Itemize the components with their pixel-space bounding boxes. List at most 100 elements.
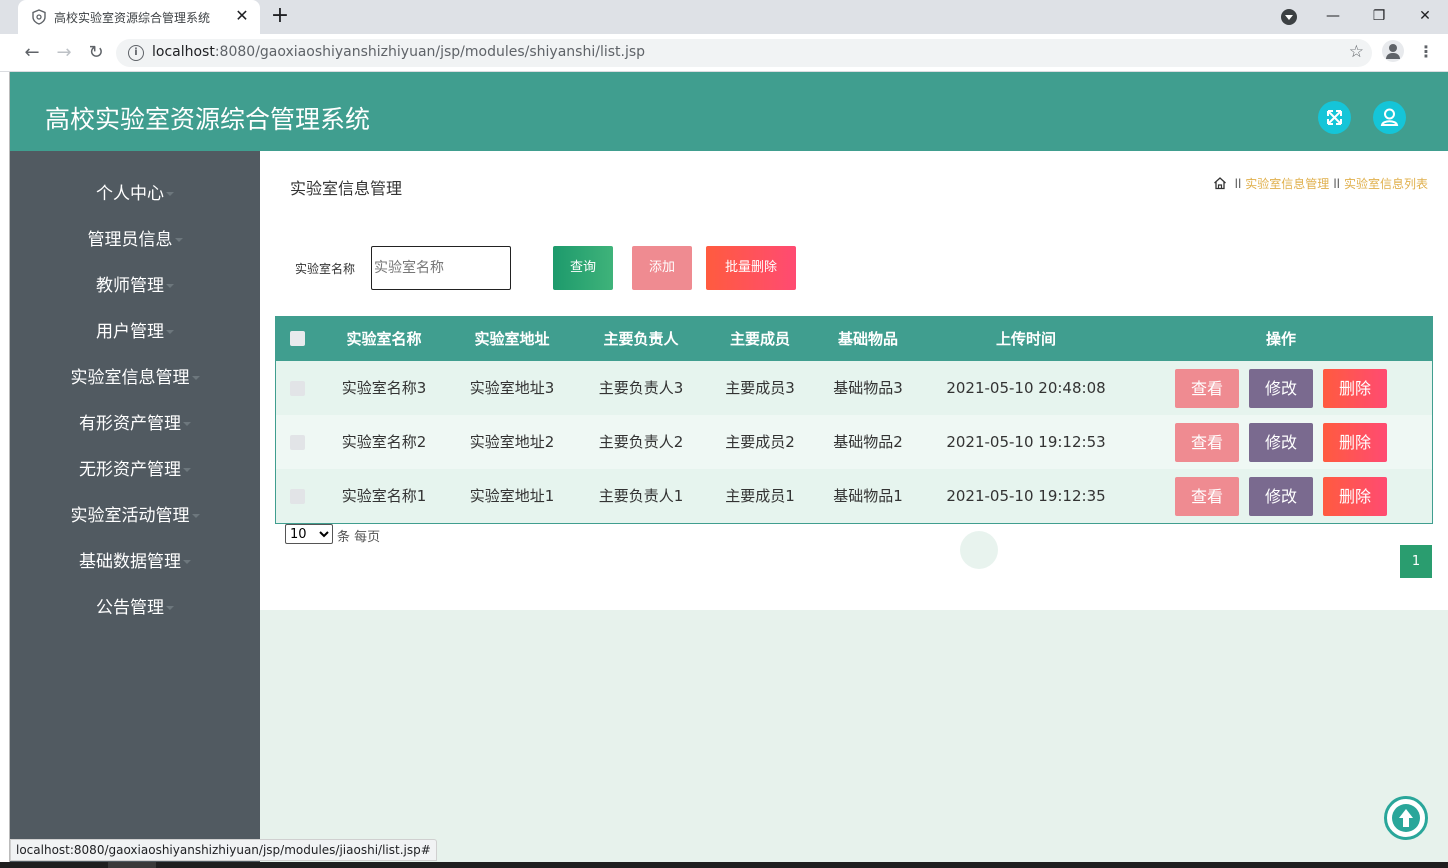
cell-upload-time: 2021-05-10 20:48:08: [946, 379, 1106, 397]
cell-members: 主要成员3: [725, 379, 795, 397]
main-content: 实验室信息管理 ll实验室信息管理ll实验室信息列表 实验室名称 查询 添加 批…: [260, 151, 1448, 610]
delete-button[interactable]: 删除: [1323, 369, 1387, 408]
cell-upload-time: 2021-05-10 19:12:35: [946, 487, 1106, 505]
cell-basic-items: 基础物品2: [833, 433, 903, 451]
caret-down-icon: [183, 560, 191, 564]
sidebar-item-intangible-assets[interactable]: 无形资产管理: [10, 447, 260, 493]
column-header-members[interactable]: 主要成员: [710, 317, 810, 361]
column-header-actions: 操作: [1265, 330, 1296, 348]
view-button[interactable]: 查看: [1175, 369, 1239, 408]
column-header-upload-time[interactable]: 上传时间: [926, 317, 1126, 361]
click-ripple: [960, 531, 998, 569]
select-all-checkbox[interactable]: [290, 331, 305, 346]
page-size-select[interactable]: 10: [285, 524, 333, 544]
sidebar-item-personal-center[interactable]: 个人中心: [10, 171, 260, 217]
table-row: 实验室名称1 实验室地址1 主要负责人1 主要成员1 基础物品1 2021-05…: [276, 469, 1432, 523]
reload-icon[interactable]: ↻: [84, 41, 108, 65]
lab-name-search-input[interactable]: [371, 246, 511, 290]
breadcrumb-lab-info-list[interactable]: 实验室信息列表: [1344, 177, 1428, 191]
browser-menu-icon[interactable]: ⋮: [1418, 41, 1434, 63]
sidebar-item-lab-activity[interactable]: 实验室活动管理: [10, 493, 260, 539]
sidebar-item-admin-info[interactable]: 管理员信息: [10, 217, 260, 263]
tab-search-icon[interactable]: [1281, 9, 1297, 25]
delete-button[interactable]: 删除: [1323, 423, 1387, 462]
cell-basic-items: 基础物品1: [833, 487, 903, 505]
page-button-current[interactable]: 1: [1400, 545, 1432, 578]
address-url[interactable]: localhost:8080/gaoxiaoshiyanshizhiyuan/j…: [152, 44, 645, 60]
minimize-icon[interactable]: —: [1310, 0, 1356, 32]
sidebar-item-user-management[interactable]: 用户管理: [10, 309, 260, 355]
caret-down-icon: [166, 284, 174, 288]
fullscreen-icon[interactable]: [1318, 101, 1351, 134]
row-checkbox[interactable]: [290, 435, 305, 450]
sidebar-item-basic-data[interactable]: 基础数据管理: [10, 539, 260, 585]
browser-tab[interactable]: 高校实验室资源综合管理系统 ✕: [18, 0, 260, 34]
column-header-lab-name[interactable]: 实验室名称: [329, 317, 439, 361]
restore-icon[interactable]: ❐: [1356, 0, 1402, 32]
table-row: 实验室名称2 实验室地址2 主要负责人2 主要成员2 基础物品2 2021-05…: [276, 415, 1432, 469]
add-button[interactable]: 添加: [632, 246, 692, 290]
cell-leader: 主要负责人3: [598, 379, 684, 397]
home-icon[interactable]: [1213, 176, 1227, 190]
cell-upload-time: 2021-05-10 19:12:53: [946, 433, 1106, 451]
column-header-lab-address[interactable]: 实验室地址: [457, 317, 567, 361]
cell-lab-address: 实验室地址2: [469, 433, 555, 451]
browser-toolbar: ← → ↻ i localhost:8080/gaoxiaoshiyanshiz…: [0, 34, 1448, 72]
bookmark-star-icon[interactable]: ☆: [1349, 42, 1364, 62]
edit-button[interactable]: 修改: [1249, 477, 1313, 516]
user-icon: [1380, 108, 1399, 126]
left-edge: [0, 72, 10, 862]
edit-button[interactable]: 修改: [1249, 423, 1313, 462]
back-icon[interactable]: ←: [20, 41, 44, 65]
caret-down-icon: [166, 192, 174, 196]
site-info-icon[interactable]: i: [128, 45, 144, 61]
caret-down-icon: [166, 606, 174, 610]
page-size-label: 条 每页: [337, 530, 381, 545]
address-bar[interactable]: i localhost:8080/gaoxiaoshiyanshizhiyuan…: [116, 39, 1372, 67]
status-bar-url: localhost:8080/gaoxiaoshiyanshizhiyuan/j…: [10, 839, 437, 861]
app-title: 高校实验室资源综合管理系统: [45, 105, 371, 134]
back-to-top-button[interactable]: [1384, 796, 1428, 840]
user-menu-button[interactable]: [1373, 101, 1406, 134]
sidebar-item-teacher-management[interactable]: 教师管理: [10, 263, 260, 309]
bulk-delete-button[interactable]: 批量删除: [706, 246, 796, 290]
table-header: 实验室名称 实验室地址 主要负责人 主要成员 基础物品 上传时间 操作: [276, 317, 1432, 361]
tab-title: 高校实验室资源综合管理系统: [54, 11, 211, 25]
view-button[interactable]: 查看: [1175, 423, 1239, 462]
row-checkbox[interactable]: [290, 489, 305, 504]
delete-button[interactable]: 删除: [1323, 477, 1387, 516]
new-tab-icon[interactable]: +: [268, 4, 292, 28]
column-header-leader[interactable]: 主要负责人: [586, 317, 696, 361]
sidebar-item-tangible-assets[interactable]: 有形资产管理: [10, 401, 260, 447]
column-header-basic-items[interactable]: 基础物品: [818, 317, 918, 361]
sidebar-item-lab-info-management[interactable]: 实验室信息管理: [10, 355, 260, 401]
forward-icon[interactable]: →: [52, 41, 76, 65]
query-button[interactable]: 查询: [553, 246, 613, 290]
search-label: 实验室名称: [295, 262, 356, 276]
cell-basic-items: 基础物品3: [833, 379, 903, 397]
lab-table: 实验室名称 实验室地址 主要负责人 主要成员 基础物品 上传时间 操作 实验室名…: [275, 316, 1433, 524]
caret-down-icon: [166, 330, 174, 334]
window-close-icon[interactable]: ✕: [1402, 0, 1448, 32]
sidebar-item-announcements[interactable]: 公告管理: [10, 585, 260, 631]
breadcrumb-separator: ll: [1333, 177, 1340, 191]
view-button[interactable]: 查看: [1175, 477, 1239, 516]
cell-members: 主要成员2: [725, 433, 795, 451]
cell-lab-name: 实验室名称3: [341, 379, 427, 397]
breadcrumb: ll 实验室信息管理 ll 实验室信息列表: [1213, 175, 1428, 192]
shield-favicon-icon: [32, 9, 46, 25]
cell-members: 主要成员1: [725, 487, 795, 505]
page-viewport: 高校实验室资源综合管理系统 个人中心 管理员信息 教师管理 用户管理 实验室信息…: [10, 72, 1448, 862]
breadcrumb-lab-info-management[interactable]: 实验室信息管理: [1245, 177, 1329, 191]
tab-close-icon[interactable]: ✕: [232, 6, 252, 26]
breadcrumb-separator: ll: [1234, 177, 1242, 191]
app-header: 高校实验室资源综合管理系统: [10, 72, 1448, 151]
edit-button[interactable]: 修改: [1249, 369, 1313, 408]
row-checkbox[interactable]: [290, 381, 305, 396]
tab-strip: 高校实验室资源综合管理系统 ✕ + — ❐ ✕: [0, 0, 1448, 34]
cell-leader: 主要负责人1: [598, 487, 684, 505]
cell-lab-address: 实验室地址1: [469, 487, 555, 505]
cell-leader: 主要负责人2: [598, 433, 684, 451]
taskbar-item[interactable]: [108, 862, 156, 868]
account-avatar-icon[interactable]: [1382, 40, 1404, 62]
